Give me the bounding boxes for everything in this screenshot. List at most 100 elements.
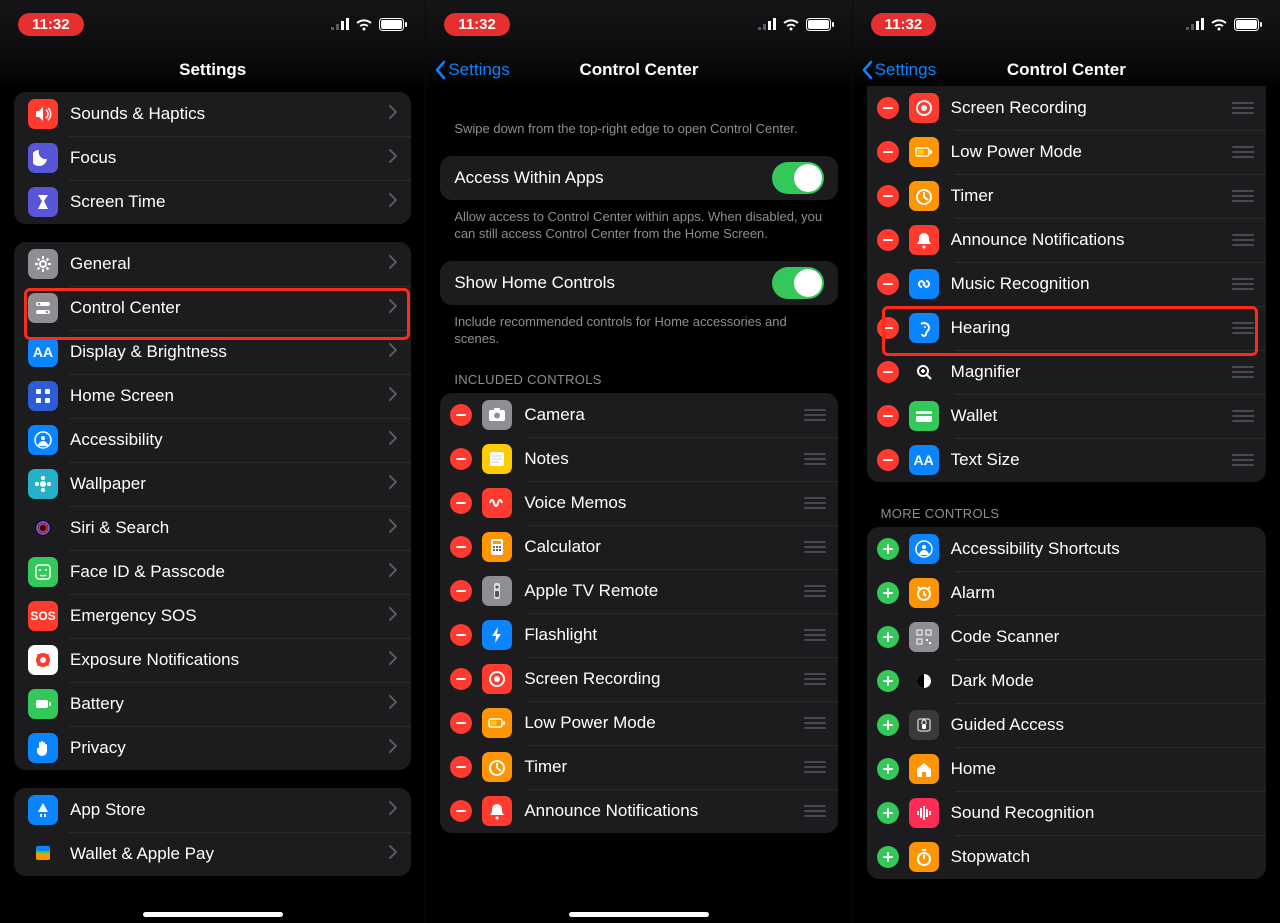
control-center-icon [28, 293, 58, 323]
settings-row-privacy[interactable]: Privacy [14, 726, 411, 770]
back-button[interactable]: Settings [861, 60, 936, 80]
reorder-grip-icon[interactable] [802, 585, 828, 597]
reorder-grip-icon[interactable] [1230, 190, 1256, 202]
remove-button[interactable] [450, 404, 472, 426]
reorder-grip-icon[interactable] [1230, 366, 1256, 378]
back-button[interactable]: Settings [434, 60, 509, 80]
remove-button[interactable] [877, 317, 899, 339]
remove-button[interactable] [877, 97, 899, 119]
reorder-grip-icon[interactable] [802, 629, 828, 641]
control-label: Dark Mode [951, 671, 1256, 691]
recording-time-pill[interactable]: 11:32 [18, 13, 84, 36]
remove-button[interactable] [450, 668, 472, 690]
settings-row-emergency-sos[interactable]: SOSEmergency SOS [14, 594, 411, 638]
timer-icon [482, 752, 512, 782]
status-icons [331, 18, 407, 31]
add-button[interactable] [877, 846, 899, 868]
reorder-grip-icon[interactable] [1230, 322, 1256, 334]
remove-button[interactable] [877, 449, 899, 471]
settings-row-siri-search[interactable]: Siri & Search [14, 506, 411, 550]
control-center-content[interactable]: Screen RecordingLow Power ModeTimerAnnou… [853, 86, 1280, 923]
control-center-content[interactable]: Swipe down from the top-right edge to op… [426, 92, 851, 923]
remove-button[interactable] [877, 141, 899, 163]
home-indicator[interactable] [143, 912, 283, 917]
settings-row-sounds-haptics[interactable]: Sounds & Haptics [14, 92, 411, 136]
reorder-grip-icon[interactable] [802, 761, 828, 773]
chevron-right-icon [389, 387, 397, 401]
settings-row-focus[interactable]: Focus [14, 136, 411, 180]
control-row-home: Home [867, 747, 1266, 791]
remove-button[interactable] [450, 448, 472, 470]
remove-button[interactable] [877, 185, 899, 207]
add-button[interactable] [877, 538, 899, 560]
row-label: General [70, 254, 389, 274]
access-within-apps-row[interactable]: Access Within Apps [440, 156, 837, 200]
remove-button[interactable] [450, 536, 472, 558]
reorder-grip-icon[interactable] [1230, 278, 1256, 290]
row-label: Battery [70, 694, 389, 714]
settings-row-home-screen[interactable]: Home Screen [14, 374, 411, 418]
reorder-grip-icon[interactable] [802, 497, 828, 509]
reorder-grip-icon[interactable] [1230, 234, 1256, 246]
recording-time-pill[interactable]: 11:32 [871, 13, 937, 36]
remove-button[interactable] [450, 624, 472, 646]
control-row-notes: Notes [440, 437, 837, 481]
control-row-hearing: Hearing [867, 306, 1266, 350]
settings-row-battery[interactable]: Battery [14, 682, 411, 726]
sound-recognition-icon [909, 798, 939, 828]
emergency-sos-icon: SOS [28, 601, 58, 631]
chevron-right-icon [389, 343, 397, 357]
add-button[interactable] [877, 714, 899, 736]
remove-button[interactable] [450, 492, 472, 514]
control-row-dark-mode: Dark Mode [867, 659, 1266, 703]
add-button[interactable] [877, 582, 899, 604]
remove-button[interactable] [877, 405, 899, 427]
control-row-screen-recording: Screen Recording [867, 86, 1266, 130]
remove-button[interactable] [450, 580, 472, 602]
add-button[interactable] [877, 758, 899, 780]
reorder-grip-icon[interactable] [1230, 146, 1256, 158]
reorder-grip-icon[interactable] [802, 453, 828, 465]
settings-row-screen-time[interactable]: Screen Time [14, 180, 411, 224]
settings-row-exposure-notifications[interactable]: Exposure Notifications [14, 638, 411, 682]
settings-row-wallpaper[interactable]: Wallpaper [14, 462, 411, 506]
settings-row-control-center[interactable]: Control Center [14, 286, 411, 330]
remove-button[interactable] [877, 229, 899, 251]
remove-button[interactable] [877, 273, 899, 295]
add-button[interactable] [877, 670, 899, 692]
reorder-grip-icon[interactable] [802, 673, 828, 685]
recording-time-pill[interactable]: 11:32 [444, 13, 510, 36]
settings-row-general[interactable]: General [14, 242, 411, 286]
home-indicator[interactable] [569, 912, 709, 917]
control-row-timer: Timer [440, 745, 837, 789]
remove-button[interactable] [450, 712, 472, 734]
settings-content[interactable]: Sounds & HapticsFocusScreen Time General… [0, 92, 425, 923]
settings-row-face-id-passcode[interactable]: Face ID & Passcode [14, 550, 411, 594]
show-home-controls-row[interactable]: Show Home Controls [440, 261, 837, 305]
reorder-grip-icon[interactable] [802, 717, 828, 729]
settings-row-accessibility[interactable]: Accessibility [14, 418, 411, 462]
cell-signal-icon [758, 18, 776, 30]
control-row-accessibility-shortcuts: Accessibility Shortcuts [867, 527, 1266, 571]
show-home-controls-toggle[interactable] [772, 267, 824, 299]
reorder-grip-icon[interactable] [802, 805, 828, 817]
reorder-grip-icon[interactable] [802, 541, 828, 553]
reorder-grip-icon[interactable] [1230, 410, 1256, 422]
chevron-right-icon [389, 519, 397, 533]
control-row-low-power-mode: Low Power Mode [867, 130, 1266, 174]
reorder-grip-icon[interactable] [802, 409, 828, 421]
reorder-grip-icon[interactable] [1230, 102, 1256, 114]
control-label: Stopwatch [951, 847, 1256, 867]
settings-row-app-store[interactable]: App Store [14, 788, 411, 832]
add-button[interactable] [877, 626, 899, 648]
settings-row-wallet-apple-pay[interactable]: Wallet & Apple Pay [14, 832, 411, 876]
add-button[interactable] [877, 802, 899, 824]
settings-row-display-brightness[interactable]: AADisplay & Brightness [14, 330, 411, 374]
remove-button[interactable] [450, 756, 472, 778]
remove-button[interactable] [877, 361, 899, 383]
reorder-grip-icon[interactable] [1230, 454, 1256, 466]
cell-signal-icon [331, 18, 349, 30]
chevron-right-icon [389, 563, 397, 577]
access-within-apps-toggle[interactable] [772, 162, 824, 194]
remove-button[interactable] [450, 800, 472, 822]
